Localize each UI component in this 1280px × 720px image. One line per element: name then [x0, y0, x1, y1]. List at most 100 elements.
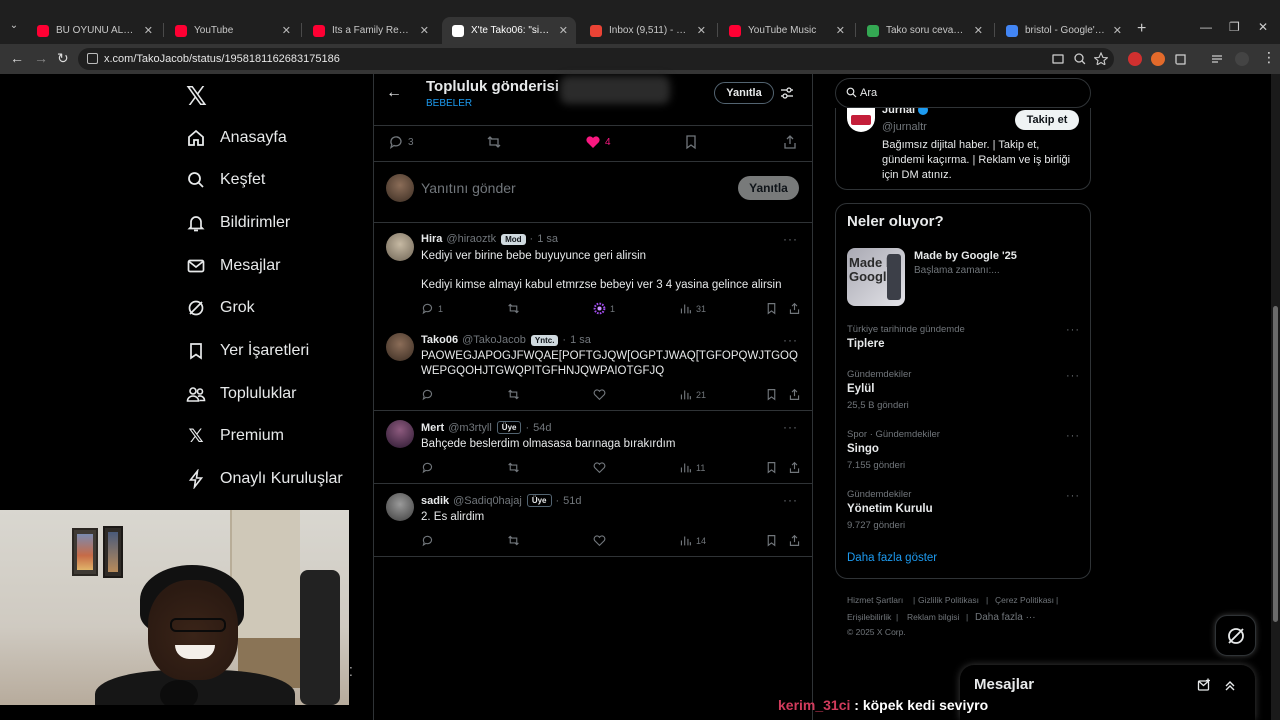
footer-link-more[interactable]: Daha fazla ···: [975, 612, 1036, 623]
back-arrow-icon[interactable]: ←: [386, 84, 402, 102]
repost-action[interactable]: [507, 302, 524, 315]
nav-communities[interactable]: Topluluklar: [186, 384, 296, 404]
star-icon[interactable]: [1094, 52, 1108, 66]
timestamp[interactable]: 1 sa: [570, 334, 591, 346]
footer-link-terms[interactable]: Hizmet Şartları: [847, 595, 903, 605]
reply-action[interactable]: [421, 534, 438, 547]
share-action[interactable]: [788, 388, 805, 401]
messages-drawer-title[interactable]: Mesajlar: [974, 676, 1034, 693]
featured-title[interactable]: Made by Google '25: [914, 250, 1017, 262]
share-action[interactable]: [788, 534, 805, 547]
bookmark-action[interactable]: [765, 302, 782, 315]
search-input[interactable]: Ara: [835, 78, 1091, 108]
tab-close-icon[interactable]: ✕: [836, 24, 845, 37]
avatar[interactable]: [386, 174, 414, 202]
browser-tab[interactable]: Its a Family Reunion!!! - Yo ✕: [303, 17, 437, 44]
timestamp[interactable]: 54d: [533, 422, 551, 434]
footer-link-cookies[interactable]: Çerez Politikası: [995, 595, 1054, 605]
show-more-link[interactable]: Daha fazla göster: [847, 552, 937, 564]
nav-bookmarks[interactable]: Yer İşaretleri: [186, 341, 309, 361]
new-tab-button[interactable]: +: [1137, 20, 1146, 38]
trend-name[interactable]: Yönetim Kurulu: [847, 503, 933, 515]
like-action[interactable]: [593, 534, 610, 547]
tab-close-icon[interactable]: ✕: [282, 24, 291, 37]
account-handle[interactable]: @jurnaltr: [882, 121, 927, 133]
browser-tab[interactable]: Inbox (9,511) - yqkup.said ✕: [580, 17, 714, 44]
nav-explore[interactable]: Keşfet: [186, 170, 265, 190]
more-icon[interactable]: ···: [1066, 490, 1080, 502]
footer-link-ads-info[interactable]: Reklam bilgisi: [907, 612, 959, 622]
more-icon[interactable]: ···: [1066, 430, 1080, 442]
like-action[interactable]: 1: [593, 302, 615, 315]
url-input[interactable]: x.com/TakoJacob/status/19581811626831751…: [78, 48, 1114, 70]
zoom-icon[interactable]: [1073, 52, 1087, 66]
timestamp[interactable]: 51d: [563, 495, 581, 507]
like-action[interactable]: [593, 461, 610, 474]
more-icon[interactable]: ···: [783, 493, 798, 507]
extension-red-icon[interactable]: [1128, 52, 1142, 66]
bookmark-action[interactable]: [683, 134, 699, 150]
grok-button[interactable]: [1215, 615, 1256, 656]
featured-thumbnail[interactable]: Made by Google: [847, 248, 905, 306]
extension-orange-icon[interactable]: [1151, 52, 1165, 66]
reply-submit-button[interactable]: Yanıtla: [738, 176, 799, 200]
footer-link-accessibility[interactable]: Erişilebilirlik: [847, 612, 891, 622]
author-handle[interactable]: @TakoJacob: [462, 334, 526, 346]
repost-action[interactable]: [507, 534, 524, 547]
tab-close-icon[interactable]: ✕: [697, 24, 706, 37]
reply-action[interactable]: [421, 388, 438, 401]
close-window-icon[interactable]: ✕: [1258, 20, 1268, 34]
reply-item[interactable]: Mert @m3rtyll Üye · 54d ··· Bahçede besl…: [374, 411, 812, 483]
author-handle[interactable]: @m3rtyll: [448, 422, 492, 434]
views-action[interactable]: 14: [679, 534, 706, 547]
more-icon[interactable]: ···: [783, 232, 798, 246]
share-action[interactable]: [788, 461, 805, 474]
avatar[interactable]: [386, 493, 414, 521]
reading-list-icon[interactable]: [1210, 52, 1224, 66]
footer-link-privacy[interactable]: Gizlilik Politikası: [918, 595, 979, 605]
chevron-up-icon[interactable]: [1223, 678, 1237, 692]
sliders-icon[interactable]: [780, 86, 794, 100]
tab-close-icon[interactable]: ✕: [974, 24, 983, 37]
trend-name[interactable]: Eylül: [847, 383, 874, 395]
reply-action[interactable]: 1: [421, 302, 443, 315]
bookmark-action[interactable]: [765, 461, 782, 474]
nav-messages[interactable]: Mesajlar: [186, 256, 280, 276]
tab-search-icon[interactable]: ⌄: [6, 20, 22, 36]
x-logo-icon[interactable]: 𝕏: [186, 82, 207, 112]
bookmark-action[interactable]: [765, 388, 782, 401]
share-action[interactable]: [782, 134, 798, 150]
reply-item[interactable]: sadik @Sadiq0hajaj Üye · 51d ··· 2. Es a…: [374, 484, 812, 556]
share-action[interactable]: [788, 302, 805, 315]
repost-action[interactable]: [486, 134, 502, 150]
views-action[interactable]: 11: [679, 461, 705, 474]
author-handle[interactable]: @hiraoztk: [446, 233, 496, 245]
browser-tab[interactable]: YouTube Music ✕: [719, 17, 853, 44]
cast-icon[interactable]: [1051, 52, 1065, 66]
avatar[interactable]: [386, 333, 414, 361]
reply-item[interactable]: Tako06 @TakoJacob Yntc. · 1 sa ··· PAOWE…: [374, 324, 812, 410]
browser-tab[interactable]: YouTube ✕: [165, 17, 299, 44]
nav-verified-orgs[interactable]: Onaylı Kuruluşlar: [186, 469, 343, 489]
nav-notifications[interactable]: Bildirimler: [186, 213, 290, 233]
nav-premium[interactable]: 𝕏 Premium: [186, 425, 284, 447]
tab-close-icon[interactable]: ✕: [559, 24, 568, 37]
follow-button[interactable]: Takip et: [1015, 110, 1079, 130]
browser-tab[interactable]: BU OYUNU ALLAH KAHR ✕: [27, 17, 161, 44]
author-handle[interactable]: @Sadiq0hajaj: [453, 495, 522, 507]
avatar[interactable]: [386, 420, 414, 448]
repost-action[interactable]: [507, 388, 524, 401]
tab-close-icon[interactable]: ✕: [420, 24, 429, 37]
nav-grok[interactable]: Grok: [186, 298, 255, 318]
views-action[interactable]: 31: [679, 302, 706, 315]
browser-tab[interactable]: X'te Tako06: "siz napardin ✕: [442, 17, 576, 44]
new-message-icon[interactable]: [1197, 678, 1211, 692]
extensions-puzzle-icon[interactable]: [1174, 52, 1188, 66]
reply-item[interactable]: Hira @hiraoztk Mod · 1 sa ··· Kediyi ver…: [374, 223, 812, 328]
profile-avatar[interactable]: [1235, 52, 1249, 66]
more-icon[interactable]: ···: [783, 333, 798, 347]
more-icon[interactable]: ···: [1066, 324, 1080, 336]
browser-tab[interactable]: bristol - Google'da Ara ✕: [996, 17, 1130, 44]
browser-tab[interactable]: Tako soru cevap.mp4 - Go ✕: [857, 17, 991, 44]
timestamp[interactable]: 1 sa: [537, 233, 558, 245]
